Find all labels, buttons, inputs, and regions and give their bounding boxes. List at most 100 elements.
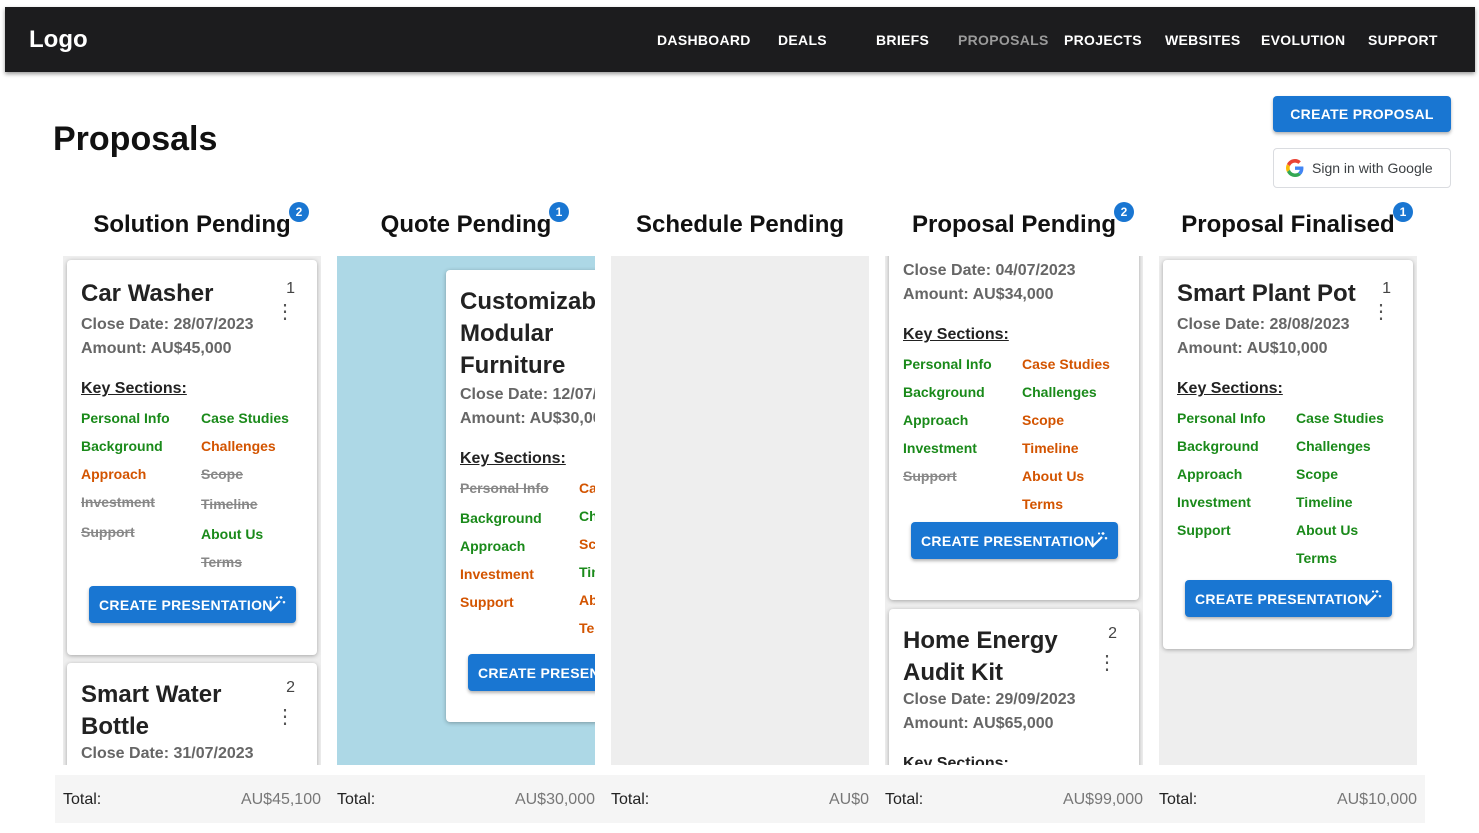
section-timeline: Timeline (1022, 440, 1079, 456)
google-signin-button[interactable]: Sign in with Google (1273, 148, 1451, 188)
section-timeline: Timeline (1296, 494, 1353, 510)
card-close-date: Close Date: 31/07/2023 (81, 745, 254, 762)
section-terms: Terms (1022, 496, 1063, 512)
section-timeline: Timeline (201, 496, 258, 512)
card-title: Smart Plant Pot (1177, 280, 1356, 307)
nav-evolution[interactable]: EVOLUTION (1261, 32, 1345, 48)
section-scope: Scope (201, 466, 244, 482)
column-title-proposal-pending: Proposal Pending (911, 211, 1117, 238)
card-title: Smart Water Bottle (81, 681, 222, 740)
card-number: 1 (1382, 280, 1391, 297)
total-value-proposal-finalised: AU$10,000 (1336, 791, 1417, 808)
more-vert-icon[interactable]: ⋮ (275, 302, 295, 322)
section-support: Support (460, 594, 514, 610)
column-title-schedule-pending: Schedule Pending (635, 211, 845, 238)
page-title: Proposals (53, 120, 218, 158)
key-sections-heading: Key Sections: (81, 380, 187, 397)
column-title-proposal-finalised: Proposal Finalised (1181, 211, 1395, 238)
section-case-studies: Case Studies (201, 410, 289, 426)
more-vert-icon[interactable]: ⋮ (1371, 302, 1391, 322)
create-presentation-label: CREATE PRESENTATION (99, 596, 273, 613)
section-investment: Investment (460, 566, 534, 582)
section-terms: Terms (1296, 550, 1337, 566)
total-value-solution-pending: AU$45,100 (240, 791, 321, 808)
deal-card[interactable]: Car Washer 1 ⋮ Close Date: 28/07/2023 Am… (67, 260, 317, 655)
key-sections-heading: Key Sections: (1177, 380, 1283, 397)
section-challenges: Challenges (201, 438, 276, 454)
card-close-date: Close Date: 29/09/2023 (903, 691, 1076, 708)
section-personal-info: Personal Info (1177, 410, 1266, 426)
totals-bar: Total: AU$45,100 Total: AU$30,000 Total:… (55, 775, 1425, 823)
deal-card[interactable]: Smart Plant Pot 1 ⋮ Close Date: 28/08/20… (1163, 260, 1413, 649)
card-title: Car Washer (81, 280, 214, 307)
column-solution-pending: Car Washer 1 ⋮ Close Date: 28/07/2023 Am… (63, 256, 321, 765)
deal-card[interactable]: Smart Water Bottle 2 ⋮ Close Date: 31/07… (67, 663, 317, 765)
card-close-date: Close Date: 28/07/2023 (81, 316, 254, 333)
create-presentation-label: CREATE PRESENTATION (1195, 590, 1369, 607)
create-presentation-button[interactable]: CREATE PRESENTATION (1185, 580, 1392, 617)
card-number: 2 (286, 679, 295, 696)
section-case-studies: Case Studies (579, 480, 595, 496)
nav-projects[interactable]: PROJECTS (1064, 32, 1142, 48)
key-sections-heading: Key Sections: (903, 326, 1009, 343)
magic-wand-icon (1365, 590, 1382, 606)
section-timeline: Timeline (579, 564, 595, 580)
total-label: Total: (337, 791, 376, 808)
column-title-solution-pending: Solution Pending (93, 211, 291, 238)
section-about-us: About Us (1022, 468, 1085, 484)
card-close-date: Close Date: 12/07/2023 (460, 386, 595, 403)
card-amount: Amount: AU$10,000 (1177, 340, 1328, 357)
section-terms: Terms (579, 620, 595, 636)
section-investment: Investment (903, 440, 977, 456)
total-value-proposal-pending: AU$99,000 (1062, 791, 1143, 808)
logo[interactable]: Logo (29, 26, 88, 54)
nav-briefs[interactable]: BRIEFS (876, 32, 929, 48)
total-label: Total: (611, 791, 650, 808)
create-proposal-button[interactable]: CREATE PROPOSAL (1273, 96, 1451, 132)
card-title: Home Energy Audit Kit (903, 627, 1058, 686)
nav-support[interactable]: SUPPORT (1368, 32, 1438, 48)
section-about-us: About Us (1296, 522, 1359, 538)
create-presentation-label: CREATE PRESENTATION (921, 532, 1095, 549)
deal-card[interactable]: Home Energy Audit Kit 2 ⋮ Close Date: 29… (889, 609, 1139, 765)
nav-websites[interactable]: WEBSITES (1165, 32, 1241, 48)
create-presentation-label: CREATE PRESENTATION (478, 664, 595, 681)
total-label: Total: (63, 791, 102, 808)
column-schedule-pending (611, 256, 869, 765)
magic-wand-icon (269, 596, 286, 612)
section-about-us: About Us (201, 526, 264, 542)
key-sections-heading: Key Sections: (460, 450, 566, 467)
top-navbar: Logo DASHBOARD DEALS BRIEFS PROPOSALS PR… (5, 7, 1475, 72)
card-amount: Amount: AU$30,000 (460, 410, 595, 427)
card-amount: Amount: AU$65,000 (903, 715, 1054, 732)
nav-dashboard[interactable]: DASHBOARD (657, 32, 751, 48)
section-personal-info: Personal Info (460, 480, 549, 496)
column-count-badge: 2 (1114, 202, 1134, 222)
card-number: 2 (1108, 625, 1117, 642)
create-presentation-button[interactable]: CREATE PRESENTATION (468, 654, 595, 691)
section-background: Background (1177, 438, 1259, 454)
more-vert-icon[interactable]: ⋮ (275, 707, 295, 727)
card-amount: Amount: AU$34,000 (903, 286, 1054, 303)
section-approach: Approach (460, 538, 526, 554)
column-count-badge: 1 (549, 202, 569, 222)
nav-proposals[interactable]: PROPOSALS (958, 32, 1049, 48)
deal-card[interactable]: Customizable Modular Furniture 1 ⋮ Close… (446, 270, 595, 722)
deal-card[interactable]: Close Date: 04/07/2023 Amount: AU$34,000… (889, 256, 1139, 600)
section-investment: Investment (1177, 494, 1251, 510)
section-background: Background (460, 510, 542, 526)
nav-deals[interactable]: DEALS (778, 32, 827, 48)
card-title: Customizable Modular Furniture (460, 288, 595, 379)
column-count-badge: 1 (1393, 202, 1413, 222)
section-scope: Scope (1022, 412, 1065, 428)
card-close-date: Close Date: 04/07/2023 (903, 262, 1076, 279)
create-presentation-button[interactable]: CREATE PRESENTATION (911, 522, 1118, 559)
total-label: Total: (1159, 791, 1198, 808)
section-scope: Scope (579, 536, 595, 552)
section-support: Support (81, 524, 135, 540)
create-presentation-button[interactable]: CREATE PRESENTATION (89, 586, 296, 623)
card-close-date: Close Date: 28/08/2023 (1177, 316, 1350, 333)
more-vert-icon[interactable]: ⋮ (1097, 653, 1117, 673)
section-challenges: Challenges (1022, 384, 1097, 400)
section-scope: Scope (1296, 466, 1339, 482)
